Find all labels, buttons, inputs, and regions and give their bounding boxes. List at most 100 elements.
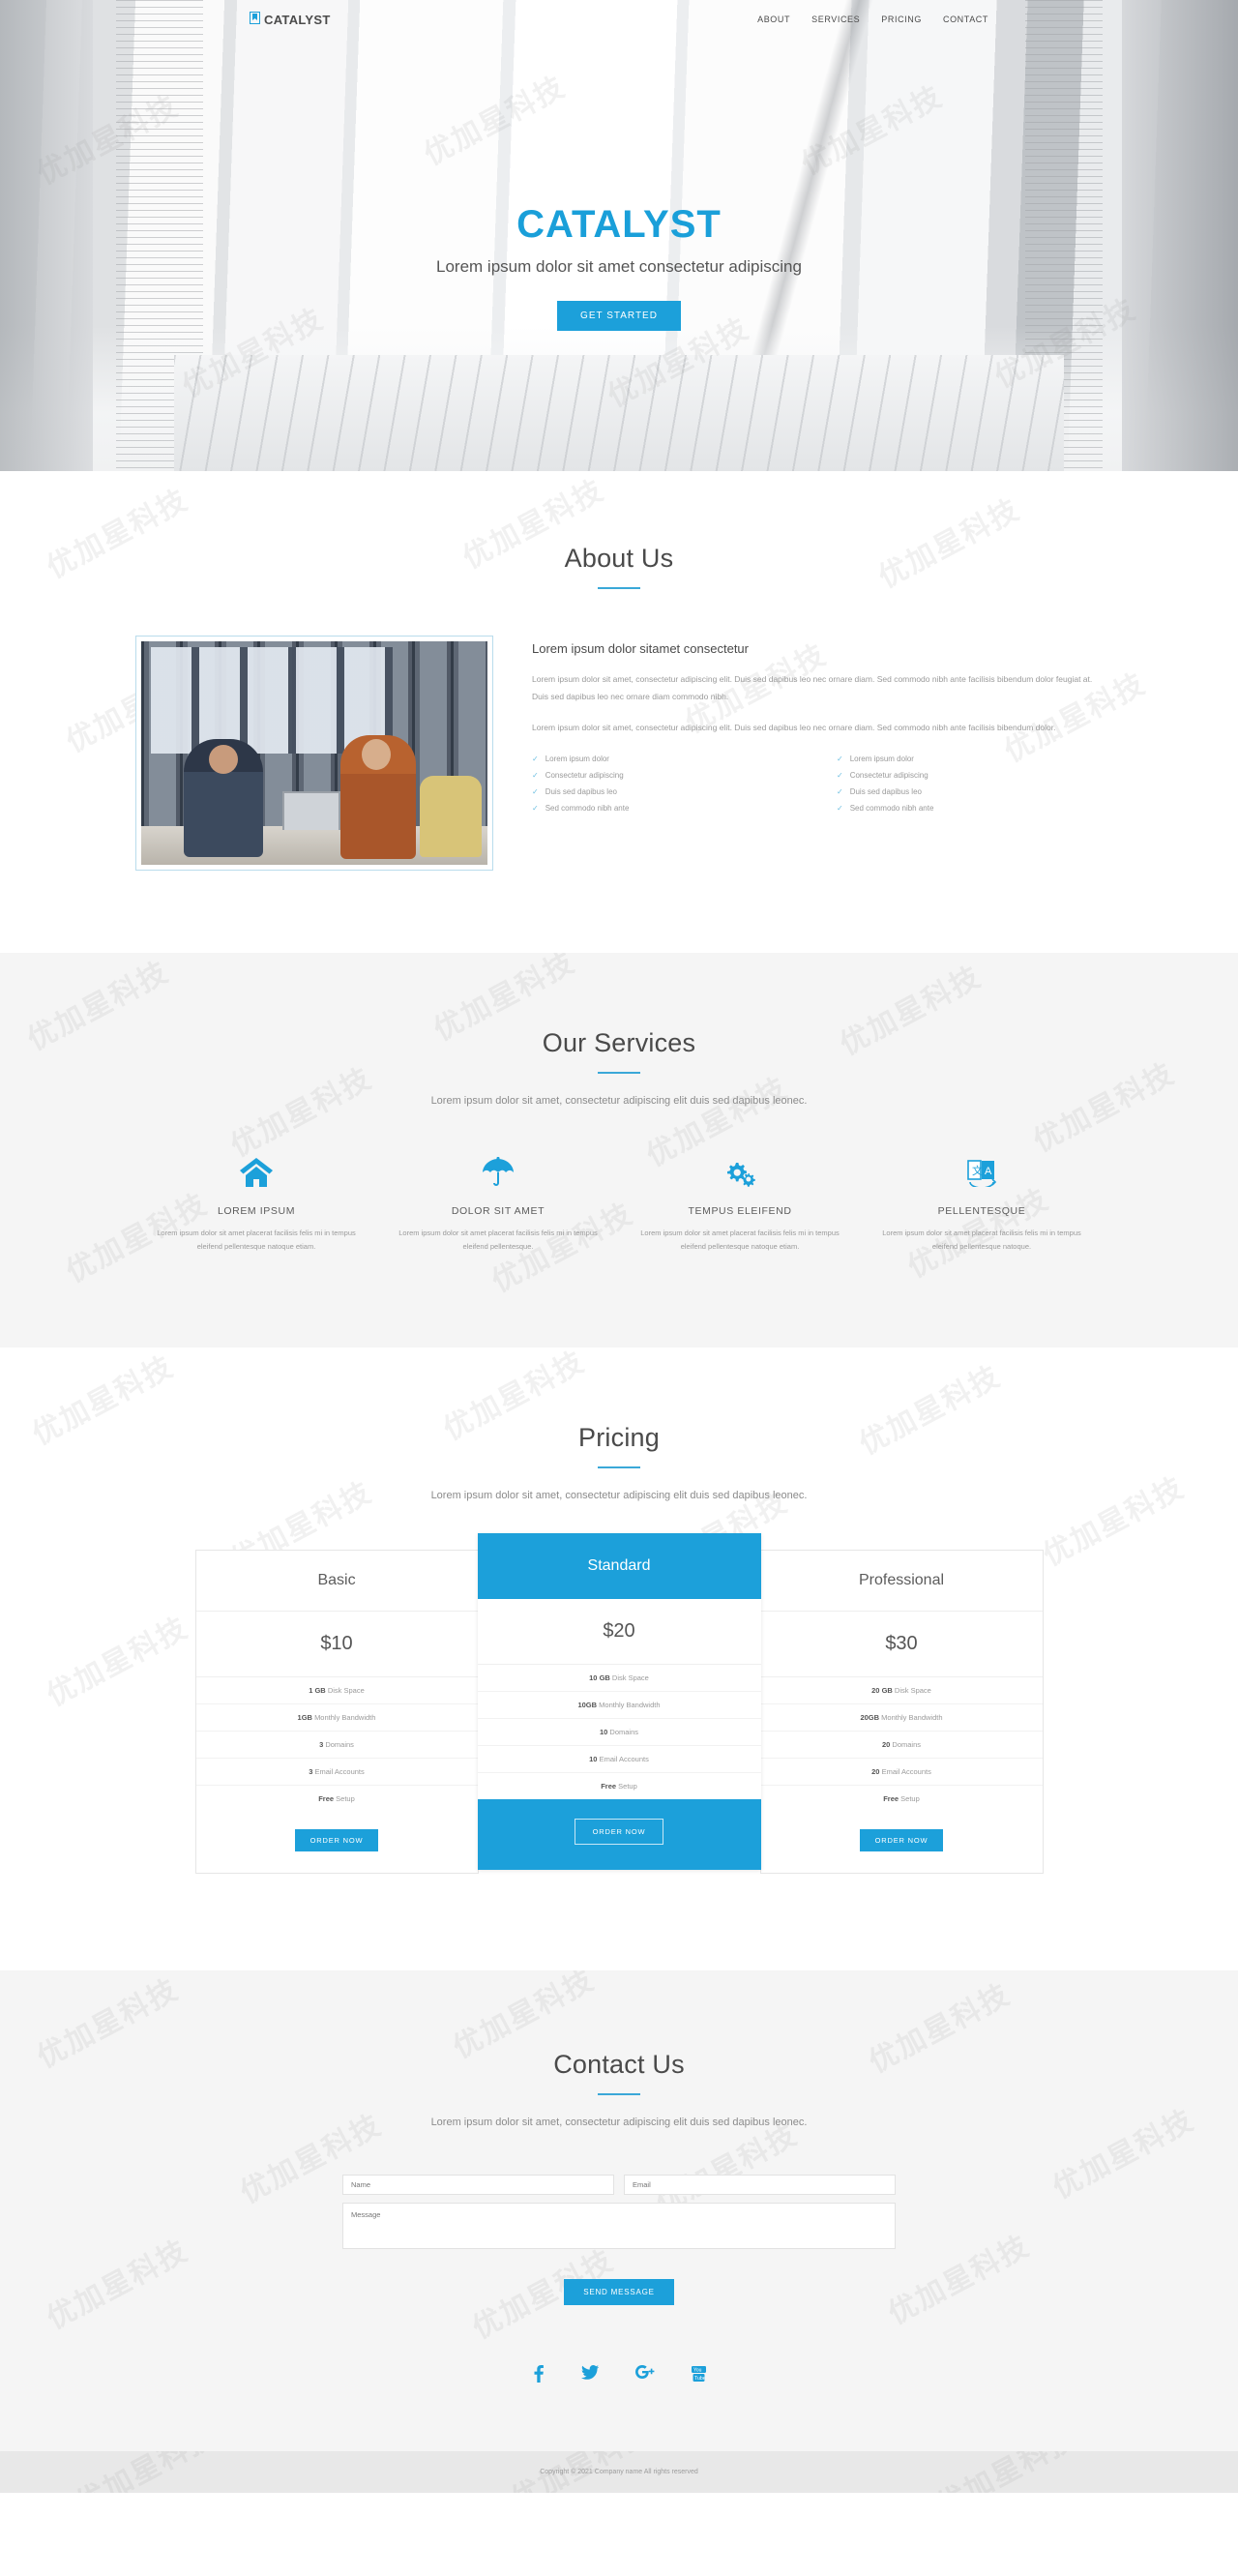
list-item-label: Sed commodo nibh ante [849,803,934,813]
feature-value: 20 GB [871,1685,893,1695]
hero-content: CATALYST Lorem ipsum dolor sit amet cons… [0,39,1238,331]
list-item: ✓ Lorem ipsum dolor [532,751,798,767]
plan-feature: Free Setup [196,1786,478,1812]
email-input[interactable] [624,2174,896,2195]
service-card-dolor-sit-amet[interactable]: DOLOR SIT AMET Lorem ipsum dolor sit ame… [377,1155,619,1255]
about-row: Lorem ipsum dolor sitamet consectetur Lo… [135,636,1103,871]
list-item: ✓ Consectetur adipiscing [837,767,1103,784]
nav-item-contact[interactable]: CONTACT [943,15,988,24]
list-item-label: Lorem ipsum dolor [545,754,609,763]
nav-item-about[interactable]: ABOUT [757,15,790,24]
order-now-button-basic[interactable]: ORDER NOW [294,1828,379,1851]
feature-value: Free [601,1781,617,1791]
feature-label: Disk Space [611,1673,649,1682]
list-item-label: Sed commodo nibh ante [545,803,630,813]
plan-price: $20 [477,1599,761,1665]
facebook-icon[interactable] [532,2364,545,2387]
section-divider [598,2092,640,2095]
order-now-button-professional[interactable]: ORDER NOW [859,1828,944,1851]
hero-section: 优加星科技 优加星科技 优加星科技 优加星科技 优加星科技 优加星科技 CATA… [0,0,1238,471]
nav-item-services[interactable]: SERVICES [811,15,860,24]
brand-name: CATALYST [264,12,331,27]
nav-links: ABOUT SERVICES PRICING CONTACT [757,15,988,24]
pricing-card-standard: Standard $20 10 GB Disk Space 10GB Month… [477,1532,761,1870]
plan-feature: 10GB Monthly Bandwidth [477,1692,761,1719]
get-started-button[interactable]: GET STARTED [557,301,681,331]
home-icon [151,1155,362,1190]
plan-feature: 20 Email Accounts [760,1759,1043,1786]
feature-label: Disk Space [894,1685,931,1695]
send-message-button[interactable]: SEND MESSAGE [564,2278,674,2305]
pricing-section: 优加星科技 优加星科技 优加星科技 优加星科技 优加星科技 优加星科技 优加星科… [0,1347,1238,1970]
social-links: You Tube [135,2364,1103,2387]
feature-label: Domains [325,1739,354,1749]
plan-price: $30 [760,1612,1043,1677]
about-body: Lorem ipsum dolor sitamet consectetur Lo… [532,636,1103,816]
list-item-label: Consectetur adipiscing [849,770,928,780]
feature-value: 10GB [577,1700,598,1709]
services-row: LOREM IPSUM Lorem ipsum dolor sit amet p… [135,1155,1103,1255]
site-footer: 优加星科技 优加星科技 优加星科技 Copyright © 2021 Compa… [0,2450,1238,2493]
list-item: ✓ Sed commodo nibh ante [837,800,1103,816]
nav-item-pricing[interactable]: PRICING [881,15,922,24]
plan-feature: 10 Domains [477,1719,761,1746]
plan-feature: 10 GB Disk Space [477,1665,761,1692]
plan-name: Basic [195,1551,478,1612]
contact-form-actions: SEND MESSAGE [342,2278,896,2305]
plan-feature: 1GB Monthly Bandwidth [195,1704,478,1732]
order-now-button-standard[interactable]: ORDER NOW [574,1818,664,1845]
plan-feature: 20GB Monthly Bandwidth [760,1704,1043,1732]
plan-footer: ORDER NOW [761,1812,1043,1873]
plan-name: Professional [760,1551,1043,1612]
feature-label: Monthly Bandwidth [314,1712,376,1722]
about-feature-lists: ✓ Lorem ipsum dolor ✓ Consectetur adipisci… [532,751,1103,816]
check-icon: ✓ [837,754,843,763]
plan-feature: 20 GB Disk Space [760,1677,1043,1704]
service-card-lorem-ipsum[interactable]: LOREM IPSUM Lorem ipsum dolor sit amet p… [135,1155,377,1255]
about-section: 优加星科技 优加星科技 优加星科技 优加星科技 优加星科技 优加星科技 Abou… [0,471,1238,953]
check-icon: ✓ [532,786,539,796]
about-list-right: ✓ Lorem ipsum dolor ✓ Consectetur adipisci… [837,751,1103,816]
about-paragraph-1: Lorem ipsum dolor sit amet, consectetur … [532,674,1093,701]
service-name: PELLENTESQUE [937,1205,1026,1217]
svg-text:A: A [985,1166,992,1177]
google-plus-icon[interactable] [635,2364,655,2387]
brand-logo[interactable]: CATALYST [250,12,331,27]
feature-label: Email Accounts [599,1754,649,1763]
check-icon: ✓ [532,770,539,780]
pricing-lead: Lorem ipsum dolor sit amet, consectetur … [430,1489,808,1501]
umbrella-icon [393,1155,604,1190]
feature-label: Domains [892,1739,922,1749]
youtube-icon[interactable]: You Tube [692,2365,706,2387]
service-name: DOLOR SIT AMET [451,1205,545,1217]
feature-value: 1GB [297,1712,312,1722]
services-title: Our Services [542,1028,696,1057]
about-title: About Us [564,544,674,573]
contact-title: Contact Us [553,2049,685,2079]
check-icon: ✓ [837,770,843,780]
language-icon: 文 A [876,1155,1087,1190]
service-card-pellentesque[interactable]: 文 A PELLENTESQUE Lorem ipsum dolor sit a… [861,1155,1103,1255]
main-navbar: CATALYST ABOUT SERVICES PRICING CONTACT [0,0,1238,39]
contact-form-row [342,2174,896,2195]
feature-value: 10 [589,1754,598,1763]
message-textarea[interactable] [342,2202,896,2249]
feature-label: Monthly Bandwidth [881,1712,943,1722]
feature-label: Email Accounts [314,1766,365,1776]
plan-feature: Free Setup [761,1786,1043,1812]
name-input[interactable] [342,2174,614,2195]
svg-text:Tube: Tube [694,2376,706,2382]
twitter-icon[interactable] [581,2364,599,2387]
contact-lead: Lorem ipsum dolor sit amet, consectetur … [430,2116,808,2128]
bookmark-icon [250,12,260,27]
copyright-text: Copyright © 2021 Company name All rights… [540,2468,698,2475]
about-photo [141,641,487,865]
feature-value: 3 [319,1739,324,1749]
contact-section: 优加星科技 优加星科技 优加星科技 优加星科技 优加星科技 优加星科技 优加星科… [0,1969,1238,2451]
about-paragraph-2: Lorem ipsum dolor sit amet, consectetur … [532,722,1056,732]
feature-label: Setup [336,1793,355,1803]
services-lead: Lorem ipsum dolor sit amet, consectetur … [430,1095,808,1107]
feature-label: Email Accounts [881,1766,931,1776]
service-card-tempus-eleifend[interactable]: TEMPUS ELEIFEND Lorem ipsum dolor sit am… [619,1155,861,1255]
feature-value: 20 [871,1766,880,1776]
